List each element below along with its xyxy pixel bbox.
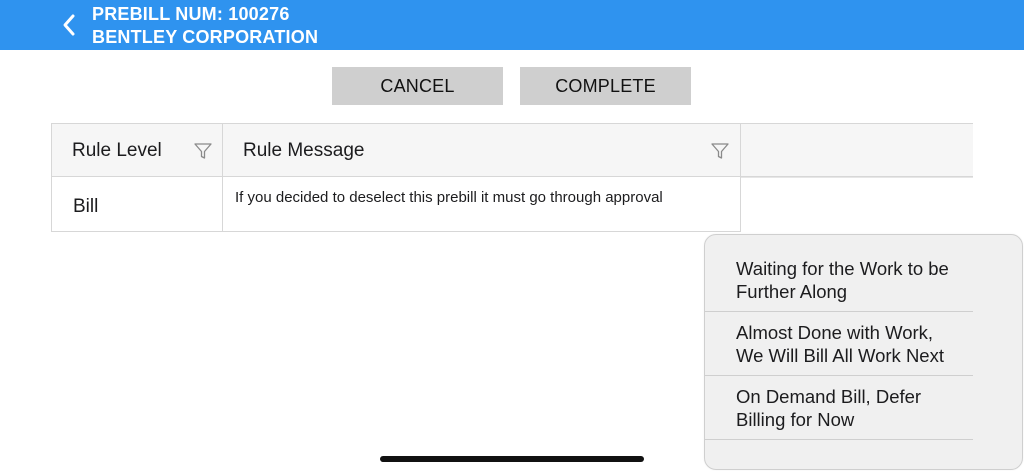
column-header-label: Rule Level [72, 140, 162, 161]
column-header-label: Rule Message [243, 140, 365, 161]
rule-message-cell: If you decided to deselect this prebill … [223, 177, 741, 231]
option-label: On Demand Bill, Defer Billing for Now [736, 385, 921, 431]
rule-level-cell: Bill [51, 177, 223, 231]
rule-message-value: If you decided to deselect this prebill … [235, 189, 663, 206]
filter-icon[interactable] [710, 141, 730, 161]
option-line: On Demand Bill, Defer [736, 386, 922, 407]
divider [741, 177, 973, 178]
option-label: Almost Done with Work, We Will Bill All … [736, 321, 944, 367]
popup-option-on-demand[interactable]: On Demand Bill, Defer Billing for Now [705, 375, 973, 440]
top-bar: PREBILL NUM: 100276 BENTLEY CORPORATION [0, 0, 1024, 50]
option-line: Almost Done with Work, [736, 322, 934, 343]
option-line: Billing for Now [736, 409, 855, 430]
rules-table: Rule Level Rule Message Bill If you deci… [51, 123, 973, 233]
table-header: Rule Level Rule Message [51, 123, 973, 177]
option-label: Waiting for the Work to be Further Along [736, 257, 949, 303]
chevron-left-icon [63, 14, 75, 36]
table-row[interactable]: Bill If you decided to deselect this pre… [51, 177, 741, 232]
complete-button[interactable]: COMPLETE [520, 67, 691, 105]
popup-option-waiting[interactable]: Waiting for the Work to be Further Along [705, 235, 973, 312]
option-line: Further Along [736, 281, 848, 302]
defer-reason-popup: Waiting for the Work to be Further Along… [704, 234, 1023, 470]
customer-name: BENTLEY CORPORATION [92, 27, 319, 47]
prebill-number: PREBILL NUM: 100276 [92, 4, 290, 24]
column-header-rule-message[interactable]: Rule Message [223, 124, 741, 176]
filter-icon[interactable] [193, 141, 213, 161]
rule-level-value: Bill [73, 196, 99, 217]
page-title: PREBILL NUM: 100276 BENTLEY CORPORATION [92, 3, 318, 49]
option-line: We Will Bill All Work Next [736, 345, 944, 366]
column-header-rule-level[interactable]: Rule Level [51, 124, 223, 176]
cancel-button[interactable]: CANCEL [332, 67, 503, 105]
option-line: Waiting for the Work to be [736, 258, 949, 279]
popup-option-almost-done[interactable]: Almost Done with Work, We Will Bill All … [705, 311, 973, 376]
home-indicator[interactable] [380, 456, 644, 462]
back-button[interactable] [56, 9, 82, 41]
